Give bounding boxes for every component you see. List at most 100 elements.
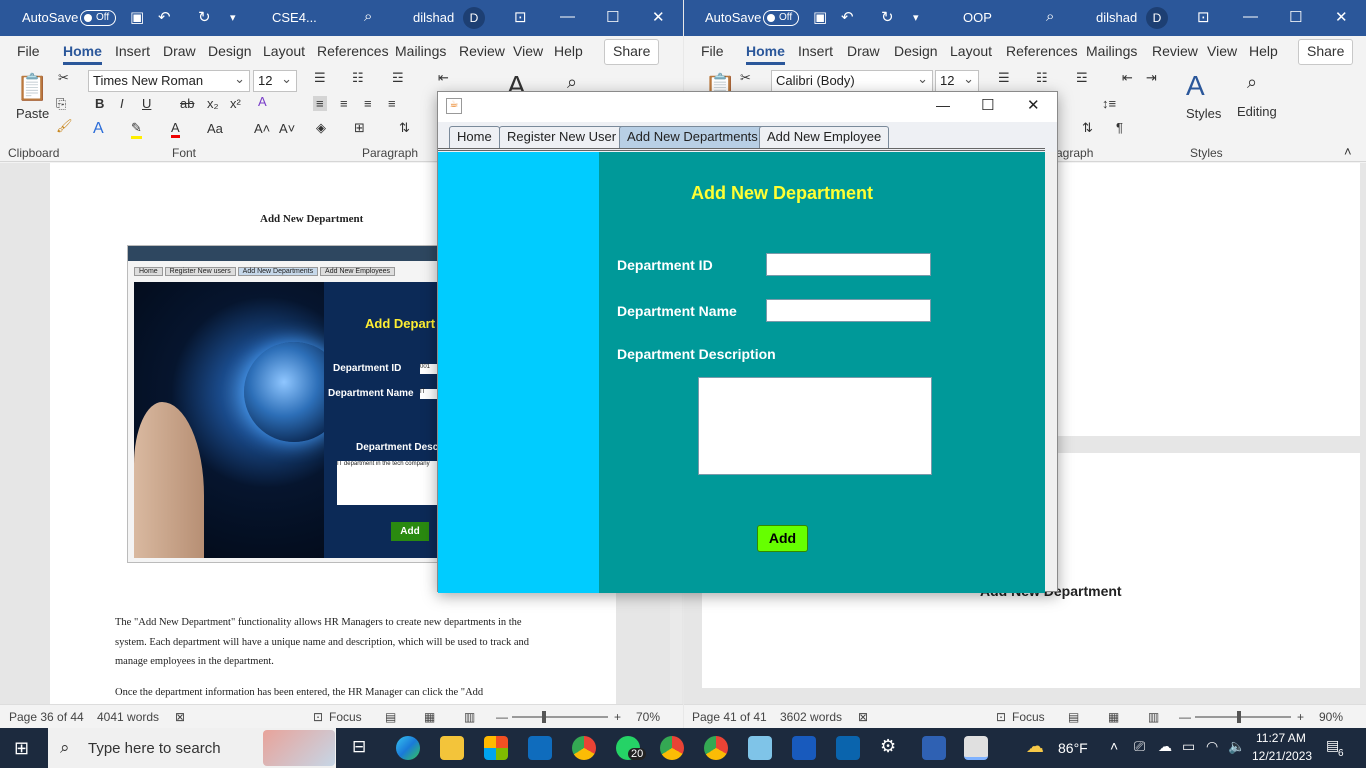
share-button[interactable]: Share <box>1298 39 1354 65</box>
user-name[interactable]: dilshad <box>413 10 454 25</box>
sort-icon[interactable]: ⇅ <box>399 120 410 136</box>
minimize-icon[interactable]: — <box>936 97 950 113</box>
cut-icon[interactable]: ✂ <box>58 70 69 86</box>
collapse-ribbon-icon[interactable]: ˄ <box>1344 144 1352 159</box>
chrome-profile-2-icon[interactable] <box>704 736 728 760</box>
tab-home[interactable]: Home <box>449 126 500 148</box>
font-size-select[interactable]: 12 <box>935 70 979 92</box>
file-explorer-icon[interactable] <box>440 736 464 760</box>
multilevel-icon[interactable]: ☲ <box>392 70 404 86</box>
settings-icon[interactable]: ⚙ <box>880 736 896 757</box>
tab-add-new-employee[interactable]: Add New Employee <box>759 126 890 148</box>
superscript-icon[interactable]: x² <box>230 96 241 111</box>
tab-layout[interactable]: Layout <box>950 43 992 59</box>
subscript-icon[interactable]: x₂ <box>207 96 219 111</box>
grow-font-icon[interactable]: A˄ <box>254 121 270 136</box>
page-count[interactable]: Page 36 of 44 <box>9 710 84 724</box>
tab-review[interactable]: Review <box>1152 43 1198 59</box>
tab-help[interactable]: Help <box>554 43 583 59</box>
microsoft-store-icon[interactable] <box>484 736 508 760</box>
edge-icon[interactable] <box>396 736 420 760</box>
focus-icon[interactable]: ⊡ <box>313 710 323 724</box>
tab-file[interactable]: File <box>701 43 724 59</box>
show-hidden-icon[interactable]: ˄ <box>1110 738 1118 754</box>
add-button[interactable]: Add <box>757 525 808 552</box>
bold-icon[interactable]: B <box>95 96 104 111</box>
java-taskbar-icon[interactable] <box>964 736 988 760</box>
font-size-select[interactable]: 12 <box>253 70 297 92</box>
maximize-icon[interactable]: ☐ <box>606 8 619 26</box>
zoom-out-icon[interactable]: — <box>496 710 508 724</box>
font-name-select[interactable]: Calibri (Body) <box>771 70 933 92</box>
clear-format-icon[interactable]: A <box>258 94 267 109</box>
customize-icon[interactable]: ▾ <box>913 11 919 24</box>
editing-icon[interactable]: ⌕ <box>1247 72 1257 93</box>
multilevel-icon[interactable]: ☲ <box>1076 70 1088 86</box>
strikethrough-icon[interactable]: ab <box>180 96 194 111</box>
zoom-in-icon[interactable]: + <box>1297 710 1304 724</box>
redo-icon[interactable]: ↻ <box>198 8 211 26</box>
tab-design[interactable]: Design <box>208 43 252 59</box>
ribbon-display-icon[interactable]: ⊡ <box>1197 8 1210 26</box>
chrome-profile-icon[interactable] <box>660 736 684 760</box>
increase-indent-icon[interactable]: ⇥ <box>1146 70 1157 86</box>
zoom-level[interactable]: 90% <box>1319 710 1343 724</box>
document-title[interactable]: CSE4... <box>272 10 317 25</box>
tab-references[interactable]: References <box>317 43 389 59</box>
close-icon[interactable]: ✕ <box>1335 8 1348 26</box>
highlight-icon[interactable]: ✎ <box>131 120 142 139</box>
format-painter-icon[interactable]: 🖌 <box>56 118 73 134</box>
search-icon[interactable]: ⌕ <box>364 8 372 25</box>
paste-icon[interactable]: 📋 <box>16 72 48 103</box>
underline-icon[interactable]: U <box>142 96 151 111</box>
avatar[interactable]: D <box>1146 7 1168 29</box>
ribbon-display-icon[interactable]: ⊡ <box>514 8 527 26</box>
zoom-thumb[interactable] <box>542 711 546 723</box>
tab-review[interactable]: Review <box>459 43 505 59</box>
meet-now-icon[interactable]: ⎚ <box>1134 738 1145 755</box>
avatar[interactable]: D <box>463 7 485 29</box>
copy-icon[interactable]: ⎘ <box>56 96 66 112</box>
maximize-icon[interactable]: ☐ <box>981 96 994 114</box>
tab-insert[interactable]: Insert <box>115 43 150 59</box>
task-view-icon[interactable]: ⊟ <box>352 737 366 757</box>
numbering-icon[interactable]: ☷ <box>352 70 364 86</box>
tab-help[interactable]: Help <box>1249 43 1278 59</box>
zoom-level[interactable]: 70% <box>636 710 660 724</box>
cloud-icon[interactable]: ☁ <box>1158 738 1172 755</box>
virtualbox-icon[interactable] <box>922 736 946 760</box>
web-layout-icon[interactable]: ▥ <box>1148 710 1159 724</box>
focus-icon[interactable]: ⊡ <box>996 710 1006 724</box>
align-left-icon[interactable]: ≡ <box>313 96 327 111</box>
undo-icon[interactable]: ↶ <box>158 8 171 26</box>
zoom-slider[interactable] <box>512 716 608 718</box>
pilcrow-icon[interactable]: ¶ <box>1116 120 1123 135</box>
tab-draw[interactable]: Draw <box>847 43 880 59</box>
proofing-icon[interactable]: ⊠ <box>175 710 185 724</box>
autosave-toggle[interactable]: Off <box>763 10 799 26</box>
read-mode-icon[interactable]: ▤ <box>1068 710 1079 724</box>
mail-icon[interactable] <box>528 736 552 760</box>
bullets-icon[interactable]: ☰ <box>998 70 1010 86</box>
department-description-textarea[interactable] <box>698 377 932 475</box>
change-case-icon[interactable]: Aa <box>207 121 223 136</box>
weather-temp[interactable]: 86°F <box>1058 740 1088 756</box>
tab-mailings[interactable]: Mailings <box>1086 43 1137 59</box>
shading-icon[interactable]: ◈ <box>316 120 326 136</box>
department-id-input[interactable] <box>766 253 931 276</box>
focus-label[interactable]: Focus <box>1012 710 1045 724</box>
outlook-icon[interactable] <box>836 736 860 760</box>
justify-icon[interactable]: ≡ <box>388 96 396 111</box>
wifi-icon[interactable]: ◠ <box>1206 738 1218 755</box>
tab-file[interactable]: File <box>17 43 40 59</box>
redo-icon[interactable]: ↻ <box>881 8 894 26</box>
font-color-icon[interactable]: A <box>171 120 180 138</box>
font-name-select[interactable]: Times New Roman <box>88 70 250 92</box>
document-title[interactable]: OOP <box>963 10 992 25</box>
department-name-input[interactable] <box>766 299 931 322</box>
italic-icon[interactable]: I <box>120 96 124 111</box>
line-spacing-icon[interactable]: ↕≡ <box>1102 96 1116 111</box>
tab-layout[interactable]: Layout <box>263 43 305 59</box>
windows-start-icon[interactable]: ⊞ <box>14 738 29 759</box>
word-count[interactable]: 4041 words <box>97 710 159 724</box>
